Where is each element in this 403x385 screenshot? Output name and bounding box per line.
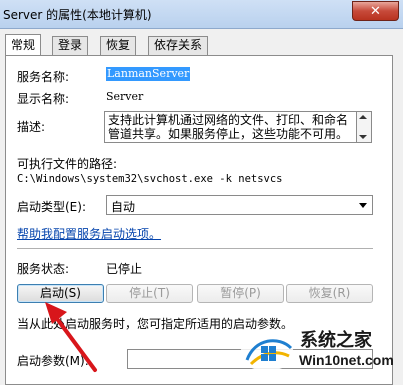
watermark-title: 系统之家 <box>300 330 372 351</box>
annotation-arrow-icon <box>45 302 97 372</box>
tab-general[interactable]: 常规 <box>5 34 42 55</box>
watermark-url: Win10net.com <box>299 352 394 368</box>
